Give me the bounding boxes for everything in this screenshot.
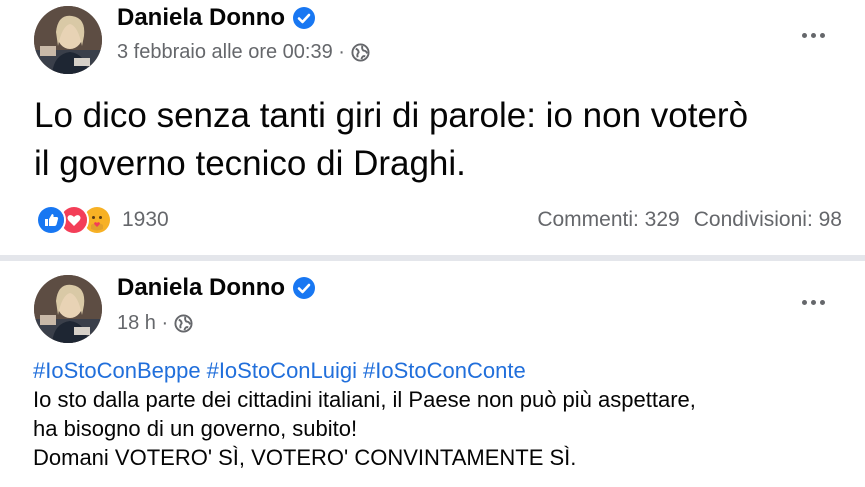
comments-count[interactable]: Commenti: 329: [537, 208, 679, 232]
globe-icon: [351, 43, 370, 62]
hashtag-link[interactable]: #IoStoConConte: [363, 356, 526, 385]
shares-count[interactable]: Condivisioni: 98: [694, 208, 842, 232]
post-timestamp[interactable]: 3 febbraio alle ore 00:39 ·: [117, 41, 345, 64]
post-2: Daniela Donno 18 h · #IoStoConBeppe #IoS…: [0, 262, 865, 487]
more-options-button[interactable]: [802, 300, 825, 305]
reaction-count: 1930: [122, 208, 169, 231]
verified-badge-icon: [293, 277, 316, 299]
avatar-photo: [34, 6, 102, 74]
post-text-line: Io sto dalla parte dei cittadini italian…: [33, 387, 696, 412]
author-name[interactable]: Daniela Donno: [117, 274, 285, 302]
post-text: Lo dico senza tanti giri di parole: io n…: [34, 92, 854, 188]
post-divider: [0, 255, 865, 261]
hashtag-link[interactable]: #IoStoConBeppe: [33, 356, 201, 385]
post-text-line: Domani VOTERO' SÌ, VOTERO' CONVINTAMENTE…: [33, 445, 577, 470]
post-timestamp[interactable]: 18 h ·: [117, 312, 168, 335]
avatar-photo: [34, 275, 102, 343]
dot-icon: [811, 33, 816, 38]
dot-icon: [802, 33, 807, 38]
post-1: Daniela Donno 3 febbraio alle ore 00:39 …: [0, 0, 865, 255]
dot-icon: [820, 33, 825, 38]
dot-icon: [820, 300, 825, 305]
reactions-summary[interactable]: 1930: [36, 205, 169, 235]
post-meta: 18 h ·: [117, 312, 193, 335]
post-meta: 3 febbraio alle ore 00:39 ·: [117, 41, 370, 64]
globe-icon: [174, 314, 193, 333]
post-text: #IoStoConBeppe #IoStoConLuigi #IoStoConC…: [33, 356, 853, 472]
like-icon: [36, 205, 66, 235]
dot-icon: [811, 300, 816, 305]
hashtag-row: #IoStoConBeppe #IoStoConLuigi #IoStoConC…: [33, 356, 853, 385]
dot-icon: [802, 300, 807, 305]
author-avatar[interactable]: [34, 6, 102, 74]
author-name[interactable]: Daniela Donno: [117, 4, 285, 32]
author-name-row: Daniela Donno: [117, 274, 316, 302]
author-avatar[interactable]: [34, 275, 102, 343]
author-name-row: Daniela Donno: [117, 4, 316, 32]
hashtag-link[interactable]: #IoStoConLuigi: [207, 356, 357, 385]
more-options-button[interactable]: [802, 33, 825, 38]
post-text-line: ha bisogno di un governo, subito!: [33, 416, 358, 441]
engagement-counts: Commenti: 329 Condivisioni: 98: [537, 208, 842, 232]
post-text-line: il governo tecnico di Draghi.: [34, 144, 466, 183]
post-text-line: Lo dico senza tanti giri di parole: io n…: [34, 96, 749, 135]
verified-badge-icon: [293, 7, 316, 29]
